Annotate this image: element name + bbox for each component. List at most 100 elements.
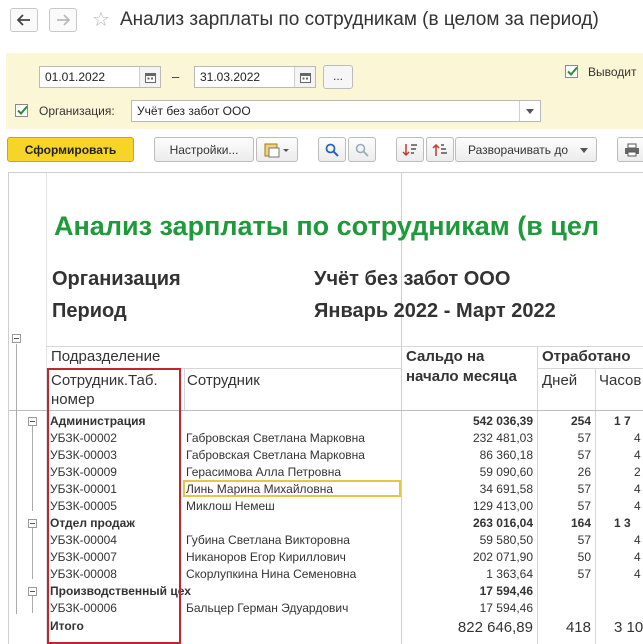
sort-descending-icon — [402, 143, 417, 156]
sort-ascending-icon — [432, 143, 447, 156]
total-saldo: 822 646,89 — [457, 619, 533, 636]
hours-value: 4 — [634, 448, 641, 462]
expand-to-button[interactable]: Разворачивать до — [455, 137, 597, 162]
organization-value: Учёт без забот ООО — [137, 104, 251, 118]
date-from-field[interactable]: 01.01.2022 — [39, 66, 161, 88]
period-select-button[interactable]: ... — [323, 65, 353, 89]
expand-to-label: Разворачивать до — [468, 142, 569, 157]
generate-button[interactable]: Сформировать — [7, 137, 134, 162]
days-value: 50 — [577, 550, 591, 564]
date-to-value: 31.03.2022 — [200, 70, 261, 84]
favorite-star-icon[interactable]: ☆ — [92, 7, 110, 32]
total-days: 418 — [565, 619, 591, 636]
saldo-value: 86 360,18 — [479, 448, 533, 462]
tree-guide-line — [32, 528, 33, 579]
window-title: Анализ зарплаты по сотрудникам (в целом … — [120, 9, 599, 30]
saldo-value: 232 481,03 — [472, 431, 533, 445]
saldo-value: 59 580,50 — [479, 533, 533, 547]
organization-checkbox[interactable] — [15, 104, 28, 117]
search-icon — [325, 143, 339, 157]
saldo-value: 129 413,00 — [472, 499, 533, 513]
col-worked: Отработано — [542, 348, 631, 365]
hours-value: 4 — [634, 482, 641, 496]
printer-icon — [625, 143, 639, 156]
report-spreadsheet[interactable]: Анализ зарплаты по сотрудникам (в цел Ор… — [8, 172, 643, 644]
group-hours: 1 7 — [614, 414, 631, 428]
report-variants-icon — [264, 143, 289, 157]
hours-value: 4 — [634, 499, 641, 513]
search-next-button[interactable] — [348, 137, 376, 162]
days-value: 57 — [577, 431, 591, 445]
settings-button[interactable]: Настройки... — [154, 137, 254, 162]
sort-descending-button[interactable] — [396, 137, 424, 162]
worked-sub-line — [537, 368, 643, 369]
days-value: 57 — [577, 448, 591, 462]
report-org-label: Организация — [52, 268, 181, 290]
report-period-label: Период — [52, 300, 127, 322]
report-org-value: Учёт без забот ООО — [314, 268, 511, 290]
variants-button[interactable] — [256, 137, 298, 162]
date-from-value: 01.01.2022 — [45, 70, 106, 84]
days-value: 57 — [577, 499, 591, 513]
collapse-header-button[interactable] — [12, 334, 21, 343]
hours-value: 4 — [634, 567, 641, 581]
search-refresh-icon — [355, 143, 369, 157]
employee-name: Скорлупкина Нина Семеновна — [186, 567, 357, 581]
hours-value: 4 — [634, 550, 641, 564]
days-value: 57 — [577, 533, 591, 547]
calendar-from-button[interactable] — [139, 67, 160, 87]
calendar-icon — [144, 72, 156, 83]
employee-name: Миклош Немеш — [186, 499, 275, 513]
collapse-group-button[interactable] — [28, 587, 37, 596]
sort-ascending-button[interactable] — [426, 137, 454, 162]
parameters-panel: 01.01.2022 – 31.03.2022 ... Выводит Орга… — [6, 53, 643, 129]
saldo-value: 17 594,46 — [479, 601, 533, 615]
tree-guide-line — [32, 426, 33, 511]
days-value: 57 — [577, 567, 591, 581]
date-range-dash: – — [172, 69, 180, 84]
group-hours: 1 3 — [614, 516, 631, 530]
total-hours: 3 10 — [614, 619, 643, 636]
calendar-icon — [299, 72, 311, 83]
group-saldo: 17 594,46 — [479, 584, 533, 598]
organization-label: Организация: — [39, 104, 115, 118]
checkmark-icon — [567, 66, 578, 76]
saldo-value: 202 071,90 — [472, 550, 533, 564]
checkmark-icon — [17, 105, 28, 115]
employee-name: Губина Светлана Викторовна — [186, 533, 350, 547]
collapse-group-button[interactable] — [28, 519, 37, 528]
hours-value: 4 — [634, 533, 641, 547]
calendar-to-button[interactable] — [294, 67, 315, 87]
days-value: 26 — [577, 465, 591, 479]
arrow-left-icon — [17, 14, 30, 26]
output-checkbox[interactable] — [565, 65, 578, 78]
header-top-line — [46, 346, 643, 347]
organization-field[interactable]: Учёт без забот ООО — [131, 100, 541, 122]
col-days: Дней — [542, 372, 578, 389]
hours-value: 2 — [634, 465, 641, 479]
employee-name: Герасимова Алла Петровна — [186, 465, 342, 479]
employee-name: Бальцер Герман Эдуардович — [186, 601, 349, 615]
report-title: Анализ зарплаты по сотрудникам (в цел — [54, 211, 600, 241]
col-tab-employee-sep — [184, 368, 185, 410]
organization-dropdown-button[interactable] — [519, 101, 540, 121]
search-button[interactable] — [318, 137, 346, 162]
selected-cell[interactable] — [183, 480, 401, 497]
arrow-right-icon — [57, 14, 70, 26]
tree-guide-line — [16, 344, 17, 614]
collapse-group-button[interactable] — [28, 417, 37, 426]
forward-button[interactable] — [49, 8, 77, 32]
employee-name: Габровская Светлана Марковна — [186, 431, 365, 445]
back-button[interactable] — [10, 8, 38, 32]
group-saldo: 263 016,04 — [472, 516, 533, 530]
print-button[interactable] — [617, 137, 643, 162]
saldo-value: 34 691,58 — [479, 482, 533, 496]
saldo-value: 1 363,64 — [486, 567, 533, 581]
employee-name: Никаноров Егор Кириллович — [186, 550, 346, 564]
date-to-field[interactable]: 31.03.2022 — [194, 66, 316, 88]
col-hours: Часов — [599, 372, 642, 389]
col-saldo-line2: начало месяца — [406, 368, 517, 385]
hours-value: 4 — [634, 431, 641, 445]
report-period-value: Январь 2022 - Март 2022 — [314, 300, 556, 322]
chevron-down-icon — [580, 148, 588, 153]
